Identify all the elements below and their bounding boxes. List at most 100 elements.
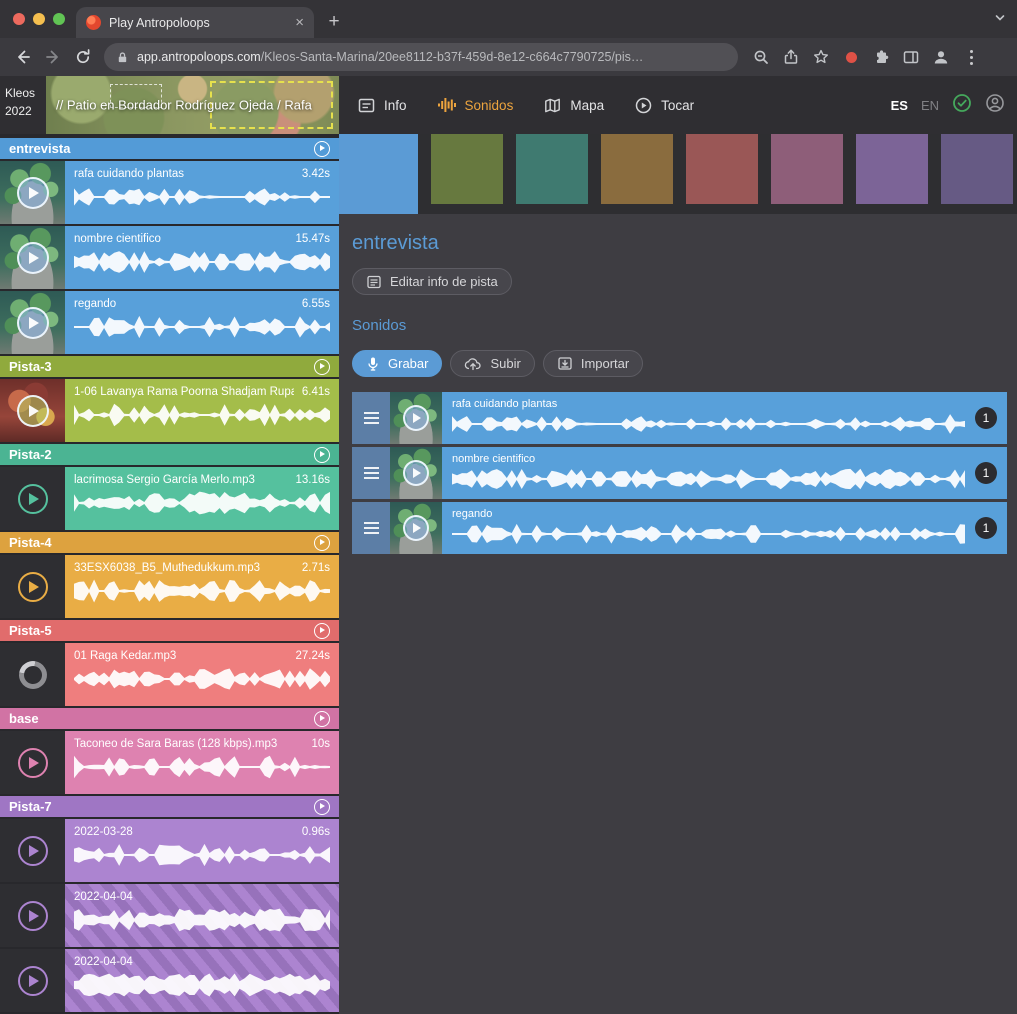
sound-thumbnail[interactable] xyxy=(0,949,65,1012)
fullscreen-window-button[interactable] xyxy=(53,13,65,25)
track-header[interactable]: Pista-5 xyxy=(0,620,339,643)
play-overlay-icon[interactable] xyxy=(403,405,429,431)
browser-menu-icon[interactable] xyxy=(956,42,986,72)
track-tile-2[interactable] xyxy=(431,134,503,204)
sound-item[interactable]: regando 6.55s xyxy=(0,291,339,356)
track-play-icon[interactable] xyxy=(314,623,330,639)
panel-sound-row[interactable]: nombre cientifico 1 xyxy=(352,447,1007,499)
sound-item[interactable]: 2022-04-04 xyxy=(0,884,339,949)
sound-item[interactable]: 2022-04-04 xyxy=(0,949,339,1014)
track-tile-3[interactable] xyxy=(516,134,588,204)
sound-item[interactable]: 1-06 Lavanya Rama Poorna Shadjam Rupak..… xyxy=(0,379,339,444)
play-circle-icon[interactable] xyxy=(18,966,48,996)
record-button[interactable]: Grabar xyxy=(352,350,442,377)
track-header[interactable]: Pista-2 xyxy=(0,444,339,467)
account-icon[interactable] xyxy=(985,93,1005,118)
sound-thumbnail[interactable] xyxy=(0,884,65,947)
reload-button[interactable] xyxy=(68,42,98,72)
edit-track-info-button[interactable]: Editar info de pista xyxy=(352,268,512,295)
track-play-icon[interactable] xyxy=(314,535,330,551)
play-overlay-icon[interactable] xyxy=(17,395,49,427)
sound-thumbnail[interactable] xyxy=(0,731,65,794)
zoom-icon[interactable] xyxy=(746,42,776,72)
sound-thumbnail[interactable] xyxy=(0,161,65,224)
sound-thumbnail[interactable] xyxy=(0,379,65,442)
tab-close-icon[interactable]: × xyxy=(295,15,304,30)
track-tile-entrevista[interactable] xyxy=(339,134,418,214)
play-circle-icon[interactable] xyxy=(18,484,48,514)
track-play-icon[interactable] xyxy=(314,447,330,463)
minimize-window-button[interactable] xyxy=(33,13,45,25)
track-header[interactable]: Pista-4 xyxy=(0,532,339,555)
track-header[interactable]: Pista-7 xyxy=(0,796,339,819)
drag-handle[interactable] xyxy=(352,447,390,499)
close-window-button[interactable] xyxy=(13,13,25,25)
sound-thumbnail[interactable] xyxy=(0,643,65,706)
play-circle-icon[interactable] xyxy=(18,748,48,778)
track-tile-8[interactable] xyxy=(941,134,1013,204)
play-overlay-icon[interactable] xyxy=(17,177,49,209)
lang-es-button[interactable]: ES xyxy=(891,98,908,113)
address-bar[interactable]: app.antropoloops.com/Kleos-Santa-Marina/… xyxy=(104,43,738,71)
tab-tocar[interactable]: Tocar xyxy=(634,96,694,115)
track-play-icon[interactable] xyxy=(314,711,330,727)
sound-thumbnail[interactable] xyxy=(0,291,65,354)
import-button[interactable]: Importar xyxy=(543,350,643,377)
tab-mapa[interactable]: Mapa xyxy=(543,96,604,115)
track-play-icon[interactable] xyxy=(314,141,330,157)
track-header[interactable]: Pista-3 xyxy=(0,356,339,379)
sound-item[interactable]: nombre cientifico 15.47s xyxy=(0,226,339,291)
play-circle-icon[interactable] xyxy=(18,836,48,866)
lang-en-button[interactable]: EN xyxy=(921,98,939,113)
panel-sound-row[interactable]: rafa cuidando plantas 1 xyxy=(352,392,1007,444)
tab-info[interactable]: Info xyxy=(357,96,407,115)
drag-handle[interactable] xyxy=(352,502,390,554)
recording-extension-icon[interactable] xyxy=(836,42,866,72)
play-circle-icon[interactable] xyxy=(18,901,48,931)
sound-item[interactable]: rafa cuidando plantas 3.42s xyxy=(0,161,339,226)
browser-tab[interactable]: Play Antropoloops × xyxy=(76,7,314,38)
sound-thumbnail[interactable] xyxy=(390,502,442,554)
panel-sound-row[interactable]: regando 1 xyxy=(352,502,1007,554)
sound-item[interactable]: Taconeo de Sara Baras (128 kbps).mp3 10s xyxy=(0,731,339,796)
play-overlay-icon[interactable] xyxy=(403,460,429,486)
new-tab-button[interactable]: + xyxy=(320,8,348,36)
sound-thumbnail[interactable] xyxy=(0,819,65,882)
share-icon[interactable] xyxy=(776,42,806,72)
profile-avatar-icon[interactable] xyxy=(926,42,956,72)
play-overlay-icon[interactable] xyxy=(17,307,49,339)
forward-button[interactable] xyxy=(38,42,68,72)
sound-thumbnail[interactable] xyxy=(0,555,65,618)
extensions-puzzle-icon[interactable] xyxy=(866,42,896,72)
upload-button[interactable]: Subir xyxy=(450,350,534,377)
brand-area[interactable]: Kleos 2022 // Patio en Bordador Rodrígue… xyxy=(0,76,339,134)
play-circle-icon[interactable] xyxy=(18,572,48,602)
sync-check-icon[interactable] xyxy=(952,93,972,118)
sound-thumbnail[interactable] xyxy=(0,467,65,530)
sound-thumbnail[interactable] xyxy=(390,447,442,499)
project-cover-photo[interactable]: // Patio en Bordador Rodríguez Ojeda / R… xyxy=(46,76,339,134)
sound-item[interactable]: 01 Raga Kedar.mp3 27.24s xyxy=(0,643,339,708)
track-play-icon[interactable] xyxy=(314,359,330,375)
tab-search-chevron-icon[interactable] xyxy=(993,11,1007,30)
sound-thumbnail[interactable] xyxy=(390,392,442,444)
waveform xyxy=(74,842,330,868)
track-header[interactable]: base xyxy=(0,708,339,731)
sound-item[interactable]: 2022-03-28 0.96s xyxy=(0,819,339,884)
track-header[interactable]: entrevista xyxy=(0,138,339,161)
play-overlay-icon[interactable] xyxy=(17,242,49,274)
tab-sonidos[interactable]: Sonidos xyxy=(437,96,514,114)
back-button[interactable] xyxy=(8,42,38,72)
track-tile-7[interactable] xyxy=(856,134,928,204)
track-tile-4[interactable] xyxy=(601,134,673,204)
bookmark-star-icon[interactable] xyxy=(806,42,836,72)
side-panel-icon[interactable] xyxy=(896,42,926,72)
play-overlay-icon[interactable] xyxy=(403,515,429,541)
track-tile-5[interactable] xyxy=(686,134,758,204)
sound-thumbnail[interactable] xyxy=(0,226,65,289)
track-play-icon[interactable] xyxy=(314,799,330,815)
track-tile-6[interactable] xyxy=(771,134,843,204)
sound-item[interactable]: 33ESX6038_B5_Muthedukkum.mp3 2.71s xyxy=(0,555,339,620)
sound-item[interactable]: lacrimosa Sergio García Merlo.mp3 13.16s xyxy=(0,467,339,532)
drag-handle[interactable] xyxy=(352,392,390,444)
